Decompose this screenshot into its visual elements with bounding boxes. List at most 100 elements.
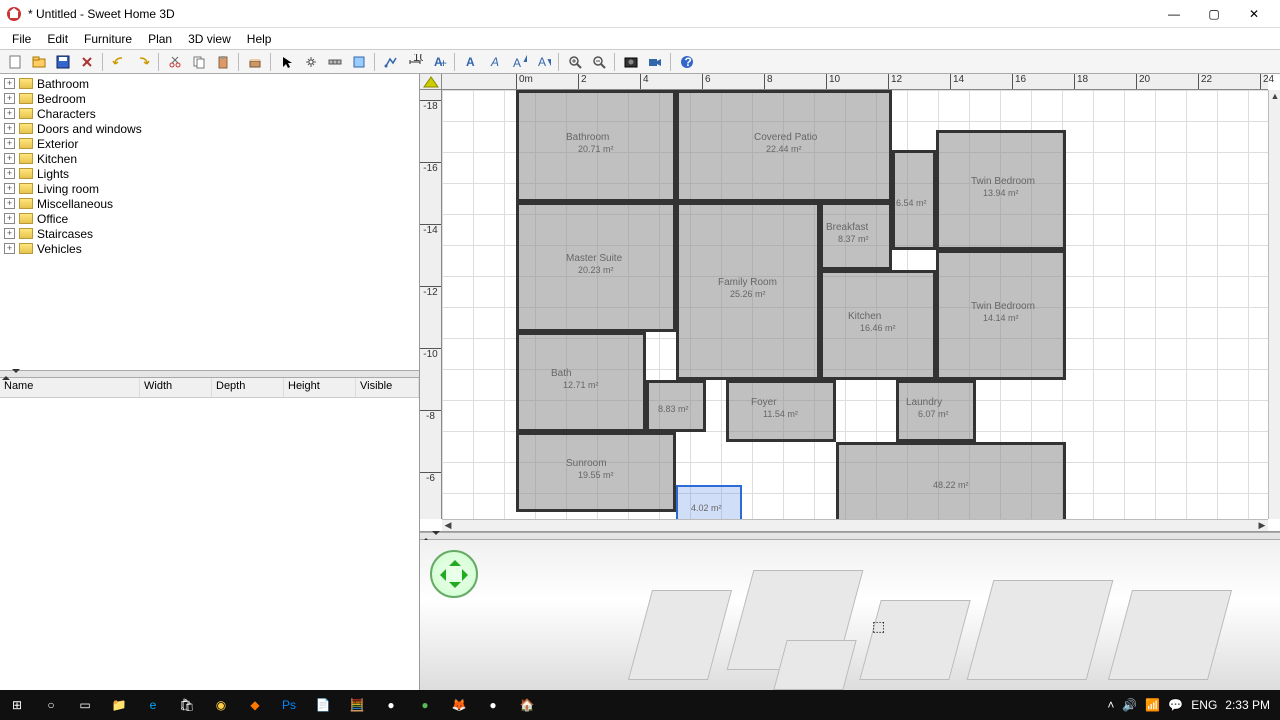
nav-down-icon[interactable] — [449, 582, 461, 594]
catalog-item-kitchen[interactable]: +Kitchen — [0, 151, 419, 166]
catalog-item-miscellaneous[interactable]: +Miscellaneous — [0, 196, 419, 211]
text-bold-button[interactable]: A — [460, 51, 482, 73]
catalog-item-characters[interactable]: +Characters — [0, 106, 419, 121]
plan-canvas[interactable]: Bathroom20.71 m²Covered Patio22.44 m²Twi… — [442, 90, 1268, 519]
left-splitter[interactable] — [0, 370, 419, 378]
expand-icon[interactable]: + — [4, 198, 15, 209]
expand-icon[interactable]: + — [4, 138, 15, 149]
increase-text-button[interactable]: A▲ — [508, 51, 530, 73]
catalog-item-vehicles[interactable]: +Vehicles — [0, 241, 419, 256]
taskbar-blender-icon[interactable]: ◆ — [238, 690, 272, 720]
taskbar-taskview-icon[interactable]: ▭ — [68, 690, 102, 720]
taskbar-start-icon[interactable]: ⊞ — [0, 690, 34, 720]
menu-3d-view[interactable]: 3D view — [180, 30, 239, 48]
action-center-icon[interactable]: 💬 — [1168, 698, 1183, 712]
redo-button[interactable] — [132, 51, 154, 73]
expand-icon[interactable]: + — [4, 213, 15, 224]
scroll-up-icon[interactable]: ▲ — [1269, 90, 1280, 102]
taskbar-chrome-icon[interactable]: ◉ — [204, 690, 238, 720]
copy-button[interactable] — [188, 51, 210, 73]
nav-right-icon[interactable] — [462, 569, 474, 581]
col-width[interactable]: Width — [140, 378, 212, 397]
menu-file[interactable]: File — [4, 30, 39, 48]
menu-edit[interactable]: Edit — [39, 30, 76, 48]
cut-button[interactable] — [164, 51, 186, 73]
room-unnamed[interactable] — [676, 485, 742, 519]
catalog-item-staircases[interactable]: +Staircases — [0, 226, 419, 241]
col-height[interactable]: Height — [284, 378, 356, 397]
expand-icon[interactable]: + — [4, 168, 15, 179]
expand-icon[interactable]: + — [4, 153, 15, 164]
photo-button[interactable] — [620, 51, 642, 73]
plan-hscrollbar[interactable]: ◀ ▶ — [442, 519, 1268, 531]
plan-vscrollbar[interactable]: ▲ — [1268, 90, 1280, 519]
create-rooms-button[interactable] — [348, 51, 370, 73]
text-italic-button[interactable]: A — [484, 51, 506, 73]
open-file-button[interactable] — [28, 51, 50, 73]
decrease-text-button[interactable]: A▼ — [532, 51, 554, 73]
undo-button[interactable] — [108, 51, 130, 73]
minimize-button[interactable]: — — [1154, 0, 1194, 28]
catalog-item-bedroom[interactable]: +Bedroom — [0, 91, 419, 106]
taskbar-app1-icon[interactable]: ● — [374, 690, 408, 720]
create-dimension-button[interactable]: 10 — [404, 51, 426, 73]
close-button[interactable]: ✕ — [1234, 0, 1274, 28]
network-icon[interactable]: 📶 — [1145, 698, 1160, 712]
taskbar-store-icon[interactable]: 🛍 — [170, 690, 204, 720]
3d-view[interactable]: ⬚ — [420, 540, 1280, 690]
col-visible[interactable]: Visible — [356, 378, 419, 397]
language-indicator[interactable]: ENG — [1191, 698, 1217, 712]
expand-icon[interactable]: + — [4, 123, 15, 134]
tray-expand-icon[interactable]: ˄ — [1107, 698, 1114, 712]
expand-icon[interactable]: + — [4, 228, 15, 239]
expand-icon[interactable]: + — [4, 183, 15, 194]
catalog-item-bathroom[interactable]: +Bathroom — [0, 76, 419, 91]
scroll-left-icon[interactable]: ◀ — [442, 520, 454, 532]
taskbar-cortana-icon[interactable]: ○ — [34, 690, 68, 720]
right-splitter[interactable] — [420, 532, 1280, 540]
new-file-button[interactable] — [4, 51, 26, 73]
add-text-button[interactable]: A+ — [428, 51, 450, 73]
furniture-table-body[interactable] — [0, 398, 419, 690]
taskbar-edge-icon[interactable]: e — [136, 690, 170, 720]
col-depth[interactable]: Depth — [212, 378, 284, 397]
arrow-button[interactable] — [276, 51, 298, 73]
taskbar-photoshop-icon[interactable]: Ps — [272, 690, 306, 720]
col-name[interactable]: Name — [0, 378, 140, 397]
expand-icon[interactable]: + — [4, 108, 15, 119]
plan-view[interactable]: 0m24681012141618202224 -18-16-14-12-10-8… — [420, 74, 1280, 532]
pan-button[interactable] — [300, 51, 322, 73]
taskbar-app3-icon[interactable]: ● — [476, 690, 510, 720]
menu-furniture[interactable]: Furniture — [76, 30, 140, 48]
nav-up-icon[interactable] — [449, 554, 461, 566]
scroll-right-icon[interactable]: ▶ — [1256, 520, 1268, 532]
zoom-out-button[interactable] — [588, 51, 610, 73]
menu-plan[interactable]: Plan — [140, 30, 180, 48]
nav-left-icon[interactable] — [434, 569, 446, 581]
catalog-item-exterior[interactable]: +Exterior — [0, 136, 419, 151]
help-button[interactable]: ? — [676, 51, 698, 73]
catalog-item-living-room[interactable]: +Living room — [0, 181, 419, 196]
taskbar-firefox-icon[interactable]: 🦊 — [442, 690, 476, 720]
taskbar-sweethome-icon[interactable]: 🏠 — [510, 690, 544, 720]
paste-button[interactable] — [212, 51, 234, 73]
catalog-item-lights[interactable]: +Lights — [0, 166, 419, 181]
floor-plan[interactable]: Bathroom20.71 m²Covered Patio22.44 m²Twi… — [516, 90, 1076, 519]
taskbar-app2-icon[interactable]: ● — [408, 690, 442, 720]
expand-icon[interactable]: + — [4, 243, 15, 254]
zoom-in-button[interactable] — [564, 51, 586, 73]
expand-icon[interactable]: + — [4, 93, 15, 104]
create-polyline-button[interactable] — [380, 51, 402, 73]
create-walls-button[interactable] — [324, 51, 346, 73]
maximize-button[interactable]: ▢ — [1194, 0, 1234, 28]
expand-icon[interactable]: + — [4, 78, 15, 89]
preferences-button[interactable] — [76, 51, 98, 73]
menu-help[interactable]: Help — [239, 30, 280, 48]
save-file-button[interactable] — [52, 51, 74, 73]
catalog-tree[interactable]: +Bathroom+Bedroom+Characters+Doors and w… — [0, 74, 419, 370]
catalog-item-office[interactable]: +Office — [0, 211, 419, 226]
add-furniture-button[interactable] — [244, 51, 266, 73]
sound-icon[interactable]: 🔊 — [1122, 698, 1137, 712]
taskbar-calc-icon[interactable]: 🧮 — [340, 690, 374, 720]
taskbar-notepad-icon[interactable]: 📄 — [306, 690, 340, 720]
